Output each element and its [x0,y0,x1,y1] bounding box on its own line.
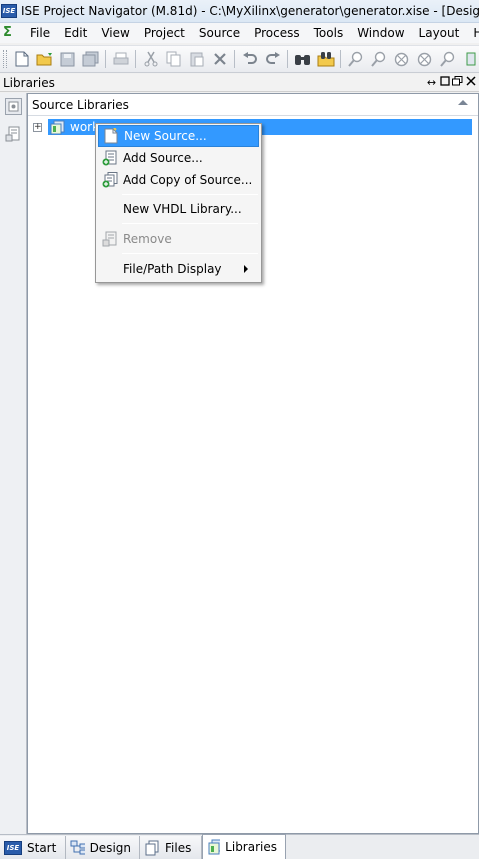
tab-label: Libraries [225,840,277,854]
toolbar-overflow-icon[interactable] [461,50,479,69]
menu-separator [122,194,258,195]
menu-layout[interactable]: Layout [412,26,467,40]
menu-item-label: Add Source... [123,151,203,165]
new-source-icon [102,127,120,145]
context-menu: New Source... Add Source... Add Copy of … [95,123,262,283]
new-file-icon[interactable] [12,50,31,69]
blank-icon [101,260,119,278]
library-view-icon[interactable] [4,97,22,115]
libraries-side-toolbar [0,93,27,834]
redo-icon[interactable] [263,50,282,69]
bottom-tab-bar: ISE Start Design Files Libraries [0,834,479,859]
zoom-select-icon[interactable] [438,50,457,69]
menu-file[interactable]: File [23,26,57,40]
menu-add-source[interactable]: Add Source... [98,147,259,169]
add-copy-source-icon [101,171,119,189]
remove-icon [101,230,119,248]
zoom-in-icon[interactable] [346,50,365,69]
menu-file-path-display[interactable]: File/Path Display [98,258,259,280]
libraries-icon [208,839,221,855]
tab-design[interactable]: Design [66,836,140,859]
blank-icon [101,200,119,218]
save-icon[interactable] [58,50,77,69]
paste-icon[interactable] [187,50,206,69]
menu-remove[interactable]: Remove [98,228,259,250]
print-icon[interactable] [111,50,130,69]
sigma-icon[interactable]: Σ [3,26,17,40]
tab-label: Design [89,840,131,855]
save-all-icon[interactable] [81,50,100,69]
panel-resize-icon[interactable]: ↔ [425,75,438,90]
title-bar: ISE ISE Project Navigator (M.81d) - C:\M… [0,0,479,23]
panel-title: Libraries [3,75,55,90]
toolbar-separator [105,50,106,68]
window-title: ISE Project Navigator (M.81d) - C:\MyXil… [21,4,479,18]
menu-window[interactable]: Window [350,26,411,40]
tab-start[interactable]: ISE Start [0,836,66,859]
files-icon [145,840,159,855]
tab-libraries[interactable]: Libraries [202,834,286,859]
menu-separator [122,253,258,254]
zoom-out-icon[interactable] [369,50,388,69]
submenu-arrow-icon [244,265,248,273]
ise-logo-icon: ISE [4,840,22,855]
zoom-fit-icon[interactable] [415,50,434,69]
menu-item-label: New VHDL Library... [123,202,242,216]
menu-item-label: Remove [123,232,172,246]
panel-float-icon[interactable] [451,75,464,90]
menu-source[interactable]: Source [192,26,247,40]
copy-icon[interactable] [164,50,183,69]
menu-view[interactable]: View [94,26,136,40]
toolbar-separator [234,50,235,68]
menu-bar: Σ File Edit View Project Source Process … [0,23,479,43]
toolbar-separator [135,50,136,68]
menu-new-vhdl-library[interactable]: New VHDL Library... [98,198,259,220]
toolbar-separator [340,50,341,68]
library-icon [50,120,65,134]
sort-up-icon [458,100,468,105]
zoom-full-icon[interactable] [392,50,411,69]
toolbar-separator [287,50,288,68]
source-libraries-header[interactable]: Source Libraries [28,94,478,116]
menu-item-label: File/Path Display [123,262,222,276]
find-in-files-icon[interactable] [316,50,335,69]
add-source-icon [101,149,119,167]
menu-new-source[interactable]: New Source... [98,125,259,147]
design-hierarchy-icon [70,840,85,855]
tab-files[interactable]: Files [140,836,202,859]
menu-separator [122,223,258,224]
toolbar [0,45,479,73]
panel-controls: ↔ [425,75,477,90]
toolbar-grip[interactable] [3,50,7,68]
menu-item-label: New Source... [124,129,207,143]
menu-project[interactable]: Project [137,26,192,40]
menu-help[interactable]: Help [466,26,479,40]
menu-process[interactable]: Process [247,26,307,40]
delete-icon[interactable] [210,50,229,69]
cut-icon[interactable] [141,50,160,69]
libraries-panel-header: Libraries ↔ [0,74,479,92]
expand-plus-icon[interactable]: + [33,122,42,132]
ise-app-icon: ISE [1,4,17,18]
undo-icon[interactable] [240,50,259,69]
library-properties-icon[interactable] [4,125,22,143]
source-libraries-title: Source Libraries [32,97,129,112]
panel-maximize-icon[interactable] [438,75,451,90]
panel-close-icon[interactable] [464,75,477,90]
open-folder-icon[interactable] [35,50,54,69]
menu-tools[interactable]: Tools [307,26,351,40]
tab-label: Files [165,840,192,855]
find-icon[interactable] [293,50,312,69]
tab-label: Start [27,840,57,855]
menu-add-copy-of-source[interactable]: Add Copy of Source... [98,169,259,191]
menu-edit[interactable]: Edit [57,26,94,40]
menu-item-label: Add Copy of Source... [123,173,253,187]
